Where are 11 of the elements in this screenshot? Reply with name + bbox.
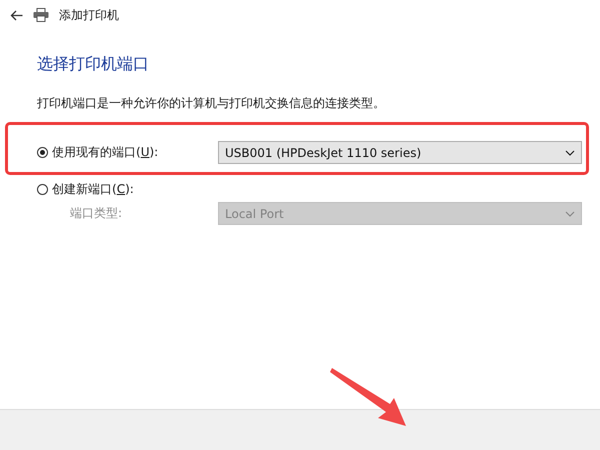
chevron-down-icon — [565, 150, 575, 156]
page-heading: 选择打印机端口 — [37, 54, 150, 75]
chevron-down-icon — [565, 210, 575, 216]
port-type-label: 端口类型: — [69, 205, 124, 222]
radio-option[interactable]: 创建新端口(C): — [37, 181, 218, 198]
back-icon[interactable] — [10, 10, 23, 20]
radio-option[interactable]: 使用现有的端口(U): — [37, 144, 218, 161]
printer-icon — [33, 8, 49, 22]
window-title: 添加打印机 — [59, 6, 119, 24]
description-text: 打印机端口是一种允许你的计算机与打印机交换信息的连接类型。 — [37, 95, 386, 112]
port-dropdown[interactable]: USB001 (HPDeskJet 1110 series) — [218, 141, 582, 164]
